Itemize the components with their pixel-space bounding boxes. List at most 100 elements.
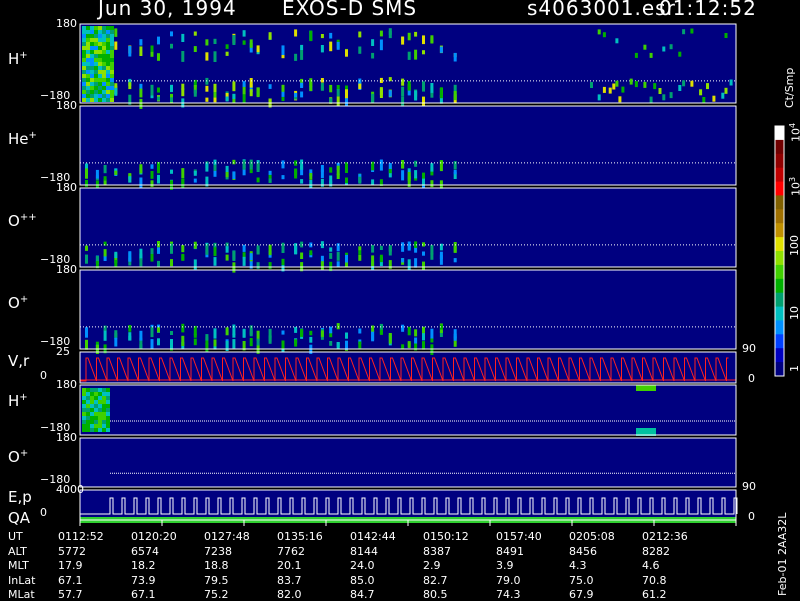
spectrum-pixel xyxy=(98,50,102,54)
table-cell: 67.1 xyxy=(58,573,83,587)
spectrum-pixel xyxy=(329,252,333,259)
spectrum-pixel xyxy=(82,54,86,58)
spectrum-pixel xyxy=(345,162,348,173)
spectrum-pixel xyxy=(300,179,304,184)
spectrum-pixel xyxy=(94,90,98,94)
spectrum-pixel xyxy=(86,58,90,62)
spectrum-pixel xyxy=(110,38,114,42)
table-cell: 3.9 xyxy=(496,559,514,572)
spectrum-pixel xyxy=(94,388,98,392)
spectrum-pixel xyxy=(150,171,154,179)
spectrum-pixel xyxy=(358,246,362,251)
spectrum-pixel xyxy=(636,385,656,391)
spectrum-pixel xyxy=(336,323,340,330)
table-cell: 20.1 xyxy=(277,559,302,572)
spectrum-pixel xyxy=(281,45,285,55)
spectrum-pixel xyxy=(300,44,304,50)
panel-charge-label: + xyxy=(19,392,28,403)
spectrum-pixel xyxy=(90,42,94,46)
panel-species-label: O+ xyxy=(8,448,29,466)
spectrum-pixel xyxy=(414,258,418,268)
spectrum-pixel xyxy=(82,86,86,90)
spectrum-pixel xyxy=(94,82,98,86)
table-cell: 82.0 xyxy=(277,588,302,601)
table-cell: 8282 xyxy=(642,544,670,558)
spectrum-pixel xyxy=(430,337,434,343)
spectrum-pixel xyxy=(86,400,90,404)
spectrum-pixel xyxy=(294,92,298,98)
spectrum-pixel xyxy=(320,78,324,83)
spectrum-pixel xyxy=(294,29,298,37)
spectrum-pixel xyxy=(649,96,653,103)
spectrum-pixel xyxy=(110,74,114,78)
spectrum-pixel xyxy=(106,94,110,98)
spectrum-pixel xyxy=(225,327,229,336)
spectrum-pixel xyxy=(213,51,217,62)
spectrum-pixel xyxy=(242,328,246,338)
spectrum-pixel xyxy=(336,41,340,50)
spectrum-pixel xyxy=(358,176,362,184)
spectrum-pixel xyxy=(371,93,375,103)
spectrum-pixel xyxy=(139,88,143,98)
table-cell: 18.2 xyxy=(131,559,156,572)
spectrum-pixel xyxy=(358,328,362,334)
spectrum-pixel xyxy=(205,52,209,61)
spectrum-pixel xyxy=(94,66,98,70)
spectrum-pixel xyxy=(85,168,88,179)
spectrum-pixel xyxy=(300,330,304,337)
spectrum-pixel xyxy=(86,420,90,424)
spectrum-pixel xyxy=(102,62,106,66)
table-cell: 4.3 xyxy=(569,559,587,572)
spectrum-pixel xyxy=(281,258,285,266)
spectrum-pixel xyxy=(114,337,118,347)
spectrum-pixel xyxy=(439,254,443,265)
spectrum-pixel xyxy=(102,46,106,50)
spectrum-pixel xyxy=(358,46,362,54)
spectrum-pixel xyxy=(256,338,260,346)
spectrum-pixel xyxy=(157,96,160,101)
spectrum-pixel xyxy=(407,51,411,60)
right-axis-label: 90 xyxy=(742,480,756,493)
spectrum-pixel xyxy=(602,32,606,38)
spectrum-pixel xyxy=(213,83,217,92)
spectrum-pixel xyxy=(114,330,118,338)
spectrum-pixel xyxy=(320,169,324,178)
spectrum-pixel xyxy=(128,251,132,262)
spectrum-pixel xyxy=(422,261,425,271)
spectrum-pixel xyxy=(329,41,333,52)
spectrum-pixel xyxy=(414,160,418,167)
spectrum-pixel xyxy=(371,39,375,46)
spectrum-pixel xyxy=(422,35,425,45)
spectrum-pixel xyxy=(102,412,106,416)
spectrum-pixel xyxy=(401,160,405,169)
spectrum-pixel xyxy=(358,250,362,255)
spectrum-pixel xyxy=(170,259,173,267)
spectrum-pixel xyxy=(102,408,106,412)
spectrum-pixel xyxy=(98,70,102,74)
spectrum-pixel xyxy=(336,89,340,97)
spectrum-pixel xyxy=(170,43,173,49)
spectrum-pixel xyxy=(430,180,434,188)
spectrum-pixel xyxy=(86,424,90,428)
spectrum-pixel xyxy=(110,86,114,90)
spectrum-pixel xyxy=(414,49,418,60)
spectrum-pixel xyxy=(98,428,102,432)
table-cell: 79.0 xyxy=(496,573,521,587)
spectrum-pixel xyxy=(102,404,106,408)
spectrum-pixel xyxy=(82,78,86,82)
table-cell: 67.9 xyxy=(569,588,594,601)
spectrum-pixel xyxy=(82,420,86,424)
spectrum-pixel xyxy=(422,333,425,341)
spectrum-pixel xyxy=(422,81,425,92)
table-cell: 0150:12 xyxy=(423,530,469,543)
colorbar-swatch xyxy=(775,139,784,155)
colorbar-swatch xyxy=(775,320,784,335)
spectrum-pixel xyxy=(98,90,102,94)
spectrum-pixel xyxy=(193,338,197,346)
spectrum-pixel xyxy=(94,392,98,396)
spectrum-pixel xyxy=(157,247,160,254)
spectrum-pixel xyxy=(110,66,114,70)
spectrum-pixel xyxy=(128,82,132,90)
spectrum-pixel xyxy=(643,44,647,50)
spectrum-pixel xyxy=(90,416,94,420)
